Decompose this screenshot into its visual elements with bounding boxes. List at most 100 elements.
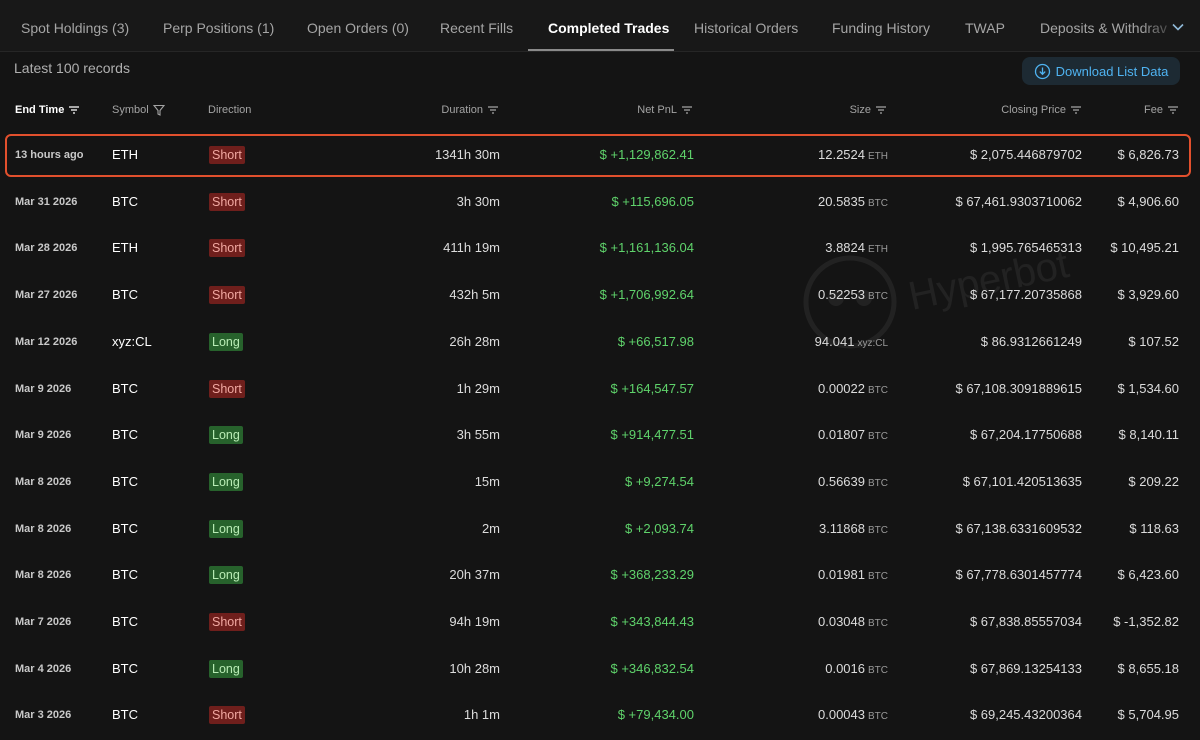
size-unit: BTC <box>868 664 888 676</box>
cell-net-pnl: $ +9,274.54 <box>624 473 694 489</box>
cell-symbol[interactable]: ETH <box>112 226 138 270</box>
header-duration[interactable]: Duration <box>441 104 499 116</box>
sort-icon[interactable] <box>1070 105 1082 115</box>
cell-direction: Short <box>209 613 245 631</box>
size-unit: BTC <box>868 477 888 489</box>
size-unit: xyz:CL <box>857 337 888 349</box>
tab-funding-history[interactable]: Funding History <box>832 0 930 51</box>
cell-net-pnl: $ +164,547.57 <box>610 380 695 396</box>
table-row[interactable]: Mar 27 2026 BTC Short 432h 5m $ +1,706,992.6… <box>0 273 1200 320</box>
size-unit: BTC <box>868 711 888 723</box>
cell-net-pnl: $ +1,129,862.41 <box>599 147 694 162</box>
cell-end-time: Mar 8 2026 <box>15 569 72 582</box>
header-symbol[interactable]: Symbol <box>112 104 165 116</box>
cell-symbol[interactable]: BTC <box>112 460 138 504</box>
cell-end-time: Mar 3 2026 <box>15 709 72 722</box>
tab-open-orders[interactable]: Open Orders (0) <box>307 0 409 51</box>
direction-badge: Long <box>209 426 243 445</box>
sort-icon[interactable] <box>68 105 80 115</box>
cell-fee: $ -1,352.82 <box>1113 614 1179 629</box>
size-value: 12.2524 <box>818 147 865 162</box>
cell-duration: 2m <box>481 520 500 536</box>
cell-net-pnl: $ +1,161,136.04 <box>599 240 694 256</box>
cell-direction: Short <box>209 146 245 164</box>
cell-fee: $ 107.52 <box>1128 333 1179 349</box>
header-net-pnl[interactable]: Net PnL <box>637 104 693 116</box>
cell-symbol[interactable]: BTC <box>112 413 138 457</box>
cell-symbol[interactable]: BTC <box>112 507 138 551</box>
chevron-down-icon[interactable] <box>1170 19 1186 35</box>
cell-symbol[interactable]: BTC <box>112 273 138 317</box>
size-unit: BTC <box>868 618 888 629</box>
table-row[interactable]: Mar 7 2026 BTC Short 94h 19m $ +343,844.43 0.… <box>0 600 1200 647</box>
direction-badge: Long <box>209 519 243 538</box>
cell-symbol[interactable]: BTC <box>112 553 138 597</box>
size-value: 3.8824 <box>825 240 865 256</box>
table-row[interactable]: Mar 8 2026 BTC Long 20h 37m $ +368,233.29 0.0… <box>0 553 1200 600</box>
sort-icon[interactable] <box>875 105 887 115</box>
cell-direction: Short <box>209 192 245 211</box>
sort-icon[interactable] <box>487 105 499 115</box>
cell-symbol[interactable]: BTC <box>112 180 138 224</box>
direction-badge: Long <box>209 472 243 491</box>
cell-fee: $ 6,826.73 <box>1117 147 1179 162</box>
cell-closing-price: $ 67,204.17750688 <box>969 427 1082 443</box>
cell-duration: 15m <box>474 473 500 489</box>
tab-perp-positions[interactable]: Perp Positions (1) <box>163 0 274 51</box>
tab-historical-orders[interactable]: Historical Orders <box>694 0 798 51</box>
cell-end-time: Mar 27 2026 <box>15 289 78 302</box>
table-row[interactable]: Mar 3 2026 BTC Short 1h 1m $ +79,434.00 0.000… <box>0 693 1200 740</box>
size-value: 0.0016 <box>825 660 865 676</box>
header-size[interactable]: Size <box>850 104 887 116</box>
cell-size: 0.56639 BTC <box>818 460 888 504</box>
size-value: 0.00043 <box>818 707 865 723</box>
tab-bar: Spot Holdings (3) Perp Positions (1) Ope… <box>0 0 1200 52</box>
cell-fee: $ 4,906.60 <box>1117 193 1179 209</box>
tab-recent-fills[interactable]: Recent Fills <box>440 0 513 51</box>
cell-fee: $ 1,534.60 <box>1117 380 1179 396</box>
size-unit: BTC <box>868 571 888 583</box>
table-row[interactable]: Mar 8 2026 BTC Long 15m $ +9,274.54 0.56639 BT… <box>0 460 1200 507</box>
tab-twap[interactable]: TWAP <box>965 0 1005 51</box>
header-closing-price[interactable]: Closing Price <box>1001 104 1082 116</box>
cell-symbol[interactable]: BTC <box>112 693 138 737</box>
table-row[interactable]: Mar 31 2026 BTC Short 3h 30m $ +115,696.05 20… <box>0 180 1200 227</box>
cell-closing-price: $ 67,461.9303710062 <box>955 193 1082 209</box>
cell-symbol[interactable]: xyz:CL <box>112 320 152 364</box>
tab-spot-holdings[interactable]: Spot Holdings (3) <box>21 0 129 51</box>
table-row[interactable]: Mar 9 2026 BTC Long 3h 55m $ +914,477.51 0.01… <box>0 413 1200 460</box>
cell-symbol[interactable]: ETH <box>112 133 138 177</box>
header-fee[interactable]: Fee <box>1144 104 1179 116</box>
cell-symbol[interactable]: BTC <box>112 367 138 411</box>
header-fee-label: Fee <box>1144 104 1163 116</box>
table-row[interactable]: 13 hours ago ETH Short 1341h 30m $ +1,129,86… <box>0 133 1200 180</box>
cell-duration: 20h 37m <box>449 567 500 583</box>
cell-symbol[interactable]: BTC <box>112 647 138 691</box>
filter-icon[interactable] <box>152 104 165 116</box>
cell-fee: $ 5,704.95 <box>1117 707 1179 723</box>
cell-symbol[interactable]: BTC <box>112 600 138 644</box>
header-end-time[interactable]: End Time <box>15 104 80 116</box>
cell-end-time: Mar 31 2026 <box>15 195 78 208</box>
sort-icon[interactable] <box>681 105 693 115</box>
cell-direction: Short <box>209 286 245 305</box>
cell-closing-price: $ 67,101.420513635 <box>962 473 1082 489</box>
cell-direction: Short <box>209 706 245 725</box>
header-duration-label: Duration <box>441 104 483 116</box>
tab-completed-trades[interactable]: Completed Trades <box>548 0 669 51</box>
table-row[interactable]: Mar 12 2026 xyz:CL Long 26h 28m $ +66,517.98… <box>0 320 1200 367</box>
cell-duration: 432h 5m <box>449 287 500 303</box>
cell-closing-price: $ 86.9312661249 <box>980 333 1082 349</box>
table-row[interactable]: Mar 4 2026 BTC Long 10h 28m $ +346,832.54 0.0… <box>0 647 1200 694</box>
cell-direction: Long <box>209 332 243 351</box>
size-value: 0.00022 <box>818 380 865 396</box>
direction-badge: Short <box>209 286 245 305</box>
sort-icon[interactable] <box>1167 105 1179 115</box>
table-row[interactable]: Mar 28 2026 ETH Short 411h 19m $ +1,161,136.… <box>0 226 1200 273</box>
cell-fee: $ 8,655.18 <box>1117 660 1179 676</box>
direction-badge: Short <box>209 613 245 631</box>
table-row[interactable]: Mar 8 2026 BTC Long 2m $ +2,093.74 3.11868 BTC… <box>0 507 1200 554</box>
table-row[interactable]: Mar 9 2026 BTC Short 1h 29m $ +164,547.57 0.0… <box>0 367 1200 414</box>
cell-net-pnl: $ +79,434.00 <box>617 707 694 723</box>
download-list-button[interactable]: Download List Data <box>1022 57 1180 85</box>
